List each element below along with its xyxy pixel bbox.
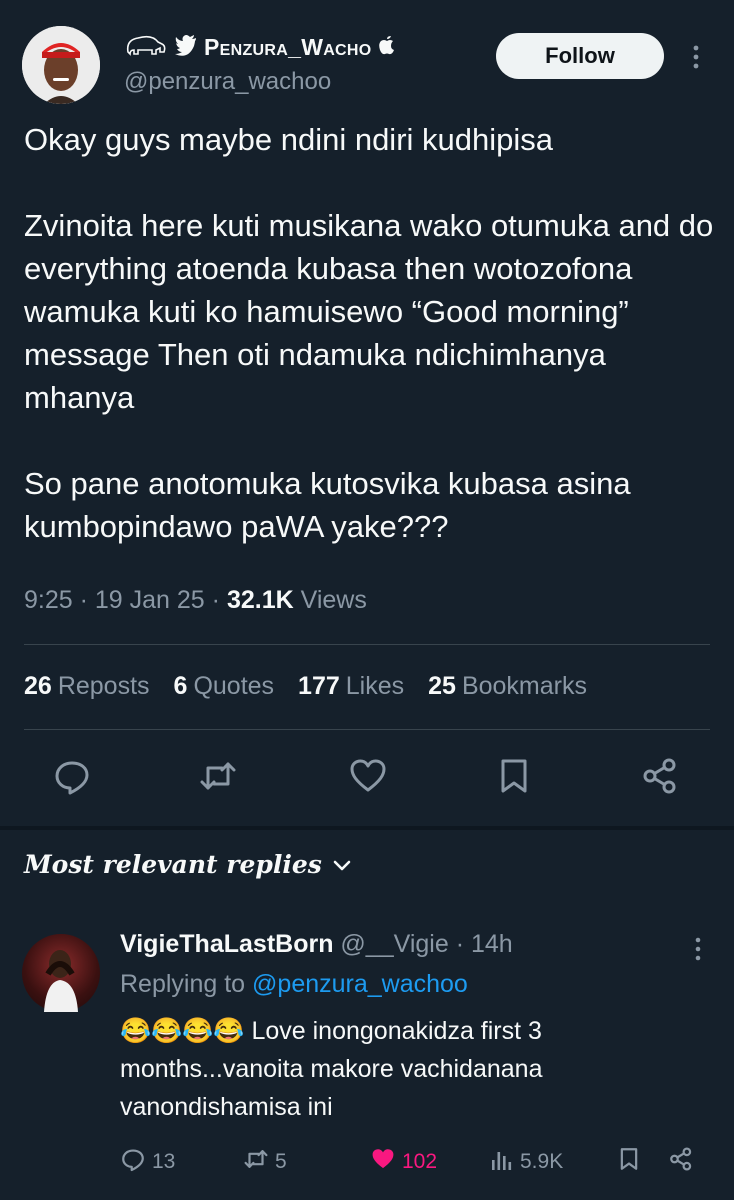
views-label: Views [300,586,367,614]
author-avatar[interactable] [22,26,100,104]
reply-like-button[interactable]: 102 [370,1146,437,1178]
reply-more-icon[interactable] [690,934,706,964]
tweet-date[interactable]: 19 Jan 25 [95,586,205,614]
quotes-stat[interactable]: 6 Quotes [174,672,275,701]
chevron-down-icon [332,850,352,879]
views-count: 32.1K [226,586,294,614]
reply-bookmark-button[interactable] [616,1146,642,1178]
reply-author-name[interactable]: VigieThaLastBorn [120,930,333,958]
bookmark-icon [616,1146,642,1178]
reposts-stat[interactable]: 26 Reposts [24,672,150,701]
like-icon[interactable] [348,756,388,796]
tweet-time[interactable]: 9:25 [24,586,73,614]
tweet-stats: 26 Reposts 6 Quotes 177 Likes 25 Bookmarks [24,672,587,701]
bird-icon [174,34,198,61]
reply-repost-button[interactable]: 5 [243,1146,287,1178]
reply-author-handle[interactable]: @__Vigie [340,930,448,958]
bar-chart-icon [490,1146,514,1178]
replying-prefix: Replying to [120,970,246,998]
section-separator [0,826,734,830]
bookmarks-stat[interactable]: 25 Bookmarks [428,672,587,701]
reply-replies-button[interactable]: 13 [120,1146,175,1178]
reply-avatar[interactable] [22,934,100,1012]
reply-icon [120,1146,146,1178]
divider [24,644,710,645]
reply-like-count: 102 [402,1150,438,1173]
repost-icon[interactable] [198,756,238,796]
replies-sort-dropdown[interactable]: Most relevant replies [24,850,352,879]
apple-icon [378,34,396,61]
reply-views-count: 5.9K [520,1150,564,1173]
heart-filled-icon [370,1146,396,1178]
author-name-row: Penzura_Wacho [124,30,396,64]
reply-icon[interactable] [52,756,92,796]
reply-repost-count: 5 [275,1150,287,1173]
bookmark-icon[interactable] [494,756,534,796]
reply-age[interactable]: 14h [471,930,513,958]
reply-replies-count: 13 [152,1150,176,1173]
more-options-icon[interactable] [684,42,708,72]
replying-mention[interactable]: @penzura_wachoo [252,970,468,998]
reply-share-button[interactable] [668,1146,694,1178]
divider [24,729,710,730]
elephant-icon [124,32,168,63]
tweet-text: Okay guys maybe ndini ndiri kudhipisa Zv… [24,122,714,544]
replying-to: Replying to @penzura_wachoo [120,970,468,999]
reply-header: VigieThaLastBorn @__Vigie · 14h [120,930,513,958]
repost-icon [243,1146,269,1178]
author-handle[interactable]: @penzura_wachoo [124,68,331,96]
share-icon[interactable] [640,756,680,796]
tweet-meta: 9:25 · 19 Jan 25 · 32.1K Views [24,586,367,614]
share-icon [668,1146,694,1178]
reply-views-button[interactable]: 5.9K [490,1146,563,1178]
follow-button[interactable]: Follow [496,33,664,79]
author-display-name[interactable]: Penzura_Wacho [204,34,372,61]
replies-header: Most relevant replies [24,850,322,879]
likes-stat[interactable]: 177 Likes [298,672,404,701]
reply-text: 😂😂😂😂 Love inongonakidza first 3 months..… [120,1017,543,1121]
